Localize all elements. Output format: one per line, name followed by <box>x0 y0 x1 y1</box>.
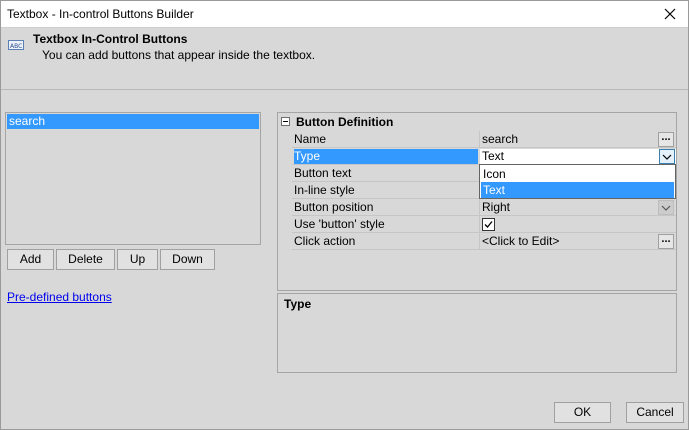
property-name: Click action <box>294 234 356 248</box>
property-name: Name <box>294 132 327 146</box>
category-header: Button Definition <box>278 113 676 131</box>
dialog-window: Textbox - In-control Buttons Builder ABC… <box>0 0 689 430</box>
property-name: Button position <box>294 200 374 214</box>
title-bar: Textbox - In-control Buttons Builder <box>1 1 688 28</box>
chevron-down-icon[interactable] <box>659 149 675 164</box>
delete-button[interactable]: Delete <box>56 249 115 270</box>
property-row-use-button-style[interactable]: Use 'button' style <box>292 216 676 233</box>
column-divider <box>479 233 480 250</box>
property-row-button-position[interactable]: Button position Right <box>292 199 676 216</box>
svg-text:ABC: ABC <box>10 43 22 50</box>
column-divider <box>479 199 480 216</box>
column-divider <box>479 216 480 233</box>
use-button-style-checkbox[interactable] <box>482 218 495 231</box>
list-item[interactable]: search <box>7 114 259 129</box>
description-title: Type <box>284 297 312 311</box>
dropdown-option-icon[interactable]: Icon <box>481 166 674 182</box>
property-value[interactable]: <Click to Edit> <box>482 234 672 249</box>
property-grid: Button Definition Name search ... Type T… <box>277 112 677 291</box>
down-button[interactable]: Down <box>160 249 215 270</box>
property-name: In-line style <box>294 183 355 197</box>
chevron-down-icon[interactable] <box>658 200 674 215</box>
property-row-name[interactable]: Name search ... <box>292 131 676 148</box>
window-title: Textbox - In-control Buttons Builder <box>7 7 194 21</box>
property-row-click-action[interactable]: Click action <Click to Edit> ... <box>292 233 676 250</box>
property-name: Type <box>294 149 478 164</box>
cancel-button[interactable]: Cancel <box>626 402 684 423</box>
column-divider <box>479 131 480 148</box>
collapse-toggle-icon[interactable] <box>281 117 290 126</box>
property-name: Use 'button' style <box>294 217 385 231</box>
textbox-icon: ABC <box>8 39 24 51</box>
type-dropdown-list: Icon Text <box>479 164 676 199</box>
ellipsis-button[interactable]: ... <box>658 234 674 249</box>
type-combobox-value[interactable]: Text <box>480 149 676 164</box>
ellipsis-button[interactable]: ... <box>658 132 674 147</box>
property-value[interactable]: Right <box>482 200 672 215</box>
add-button[interactable]: Add <box>7 249 54 270</box>
property-value[interactable]: search <box>482 132 672 147</box>
dialog-header: ABC Textbox In-Control Buttons You can a… <box>1 28 688 90</box>
description-panel: Type <box>277 293 677 373</box>
close-icon[interactable] <box>660 4 680 24</box>
predefined-buttons-link[interactable]: Pre-defined buttons <box>7 290 112 304</box>
up-button[interactable]: Up <box>117 249 158 270</box>
ok-button[interactable]: OK <box>554 402 611 423</box>
dropdown-option-text[interactable]: Text <box>481 182 674 198</box>
property-name: Button text <box>294 166 352 180</box>
header-subtitle: You can add buttons that appear inside t… <box>42 48 316 62</box>
property-row-type[interactable]: Type Text <box>292 148 676 165</box>
header-title: Textbox In-Control Buttons <box>33 32 188 46</box>
buttons-listbox[interactable]: search <box>5 112 261 245</box>
category-title: Button Definition <box>296 115 394 129</box>
